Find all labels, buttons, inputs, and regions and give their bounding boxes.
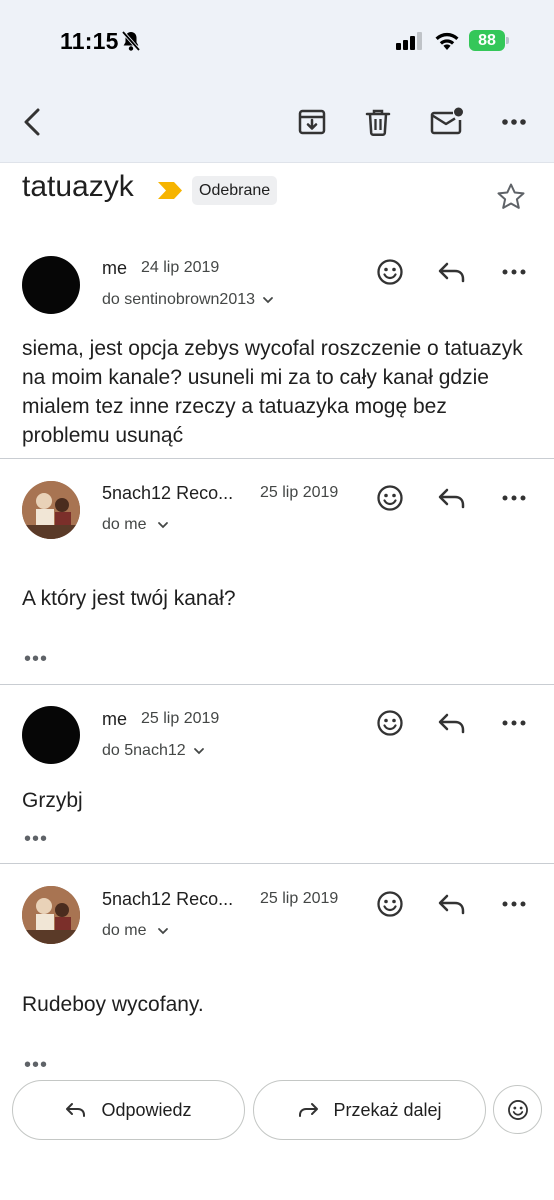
recipient-line[interactable]: do me [102,516,169,534]
message-date: 24 lip 2019 [141,259,220,276]
emoji-icon [507,1099,528,1120]
recipient-text: do me [102,516,147,533]
more-options-button[interactable] [496,104,532,140]
more-horizontal-icon [502,495,526,501]
recipient-text: do sentinobrown2013 [102,291,256,308]
wifi-icon [434,31,460,56]
status-time: 11:15 [60,28,119,54]
message-more-button[interactable] [498,707,530,739]
reply-button[interactable] [436,482,468,514]
bell-slash-icon [121,30,141,57]
reply-icon [438,488,465,509]
chevron-down-icon [158,522,168,529]
reply-icon [438,262,465,283]
more-horizontal-icon [502,720,526,726]
message-body: A który jest twój kanał? [22,587,236,610]
chevron-down-icon [194,748,204,755]
avatar[interactable] [22,886,80,944]
message-date: 25 lip 2019 [141,710,220,727]
react-button[interactable] [374,482,406,514]
react-button[interactable] [374,707,406,739]
message-date: 25 lip 2019 [260,890,339,907]
emoji-icon [377,485,403,511]
reply-icon [66,1103,86,1117]
message-more-button[interactable] [498,888,530,920]
signal-icon [396,32,424,55]
chevron-left-icon [24,108,40,136]
star-icon[interactable] [496,182,526,217]
sender-name: me [102,709,128,729]
message-divider [0,863,554,864]
sender-name: 5nach12 Reco... [102,889,234,909]
reply-icon [438,894,465,915]
message-divider [0,458,554,459]
sender-name: 5nach12 Reco... [102,483,234,503]
message-body: Rudeboy wycofany. [22,993,204,1016]
reply-button[interactable] [436,256,468,288]
trash-icon [365,109,391,137]
react-button[interactable] [374,256,406,288]
battery-level: 88 [469,30,505,51]
top-app-bar [0,0,554,163]
more-horizontal-icon [502,119,526,125]
mail-unread-icon [430,107,463,135]
chevron-down-icon [158,928,168,935]
more-horizontal-icon [502,269,526,275]
battery-tip [506,37,509,44]
archive-icon [298,109,326,135]
importance-marker-icon[interactable] [157,181,183,205]
chevron-down-icon [263,297,274,304]
emoji-icon [377,710,403,736]
delete-button[interactable] [360,104,396,140]
sender-name: me [102,258,128,278]
more-horizontal-icon [502,901,526,907]
recipient-line[interactable]: do sentinobrown2013 [102,291,274,309]
emoji-icon [377,259,403,285]
message-more-button[interactable] [498,256,530,288]
emoji-reaction-button[interactable] [493,1085,542,1134]
forward-icon [299,1103,319,1117]
email-subject: tatuazyk [22,170,134,203]
archive-button[interactable] [294,104,330,140]
show-trimmed-content-button[interactable]: ••• [24,829,48,849]
react-button[interactable] [374,888,406,920]
back-button[interactable] [14,104,50,140]
mark-unread-button[interactable] [428,102,466,140]
reply-action-label: Odpowiedz [101,1099,192,1120]
reply-button[interactable] [436,707,468,739]
show-trimmed-content-button[interactable]: ••• [24,1055,48,1075]
reply-icon [438,713,465,734]
message-divider [0,684,554,685]
message-date: 25 lip 2019 [260,484,339,501]
show-trimmed-content-button[interactable]: ••• [24,649,48,669]
recipient-text: do 5nach12 [102,742,186,759]
forward-action-button[interactable]: Przekaż dalej [253,1080,486,1140]
message-body: Grzybj [22,789,83,812]
avatar[interactable] [22,256,80,314]
recipient-line[interactable]: do 5nach12 [102,742,205,760]
recipient-text: do me [102,922,147,939]
reply-action-button[interactable]: Odpowiedz [12,1080,245,1140]
message-more-button[interactable] [498,482,530,514]
reply-button[interactable] [436,888,468,920]
avatar[interactable] [22,706,80,764]
avatar[interactable] [22,481,80,539]
message-body: siema, jest opcja zebys wycofal roszczen… [22,337,523,447]
recipient-line[interactable]: do me [102,922,169,940]
emoji-icon [377,891,403,917]
label-chip[interactable]: Odebrane [192,176,278,205]
forward-action-label: Przekaż dalej [333,1099,442,1120]
